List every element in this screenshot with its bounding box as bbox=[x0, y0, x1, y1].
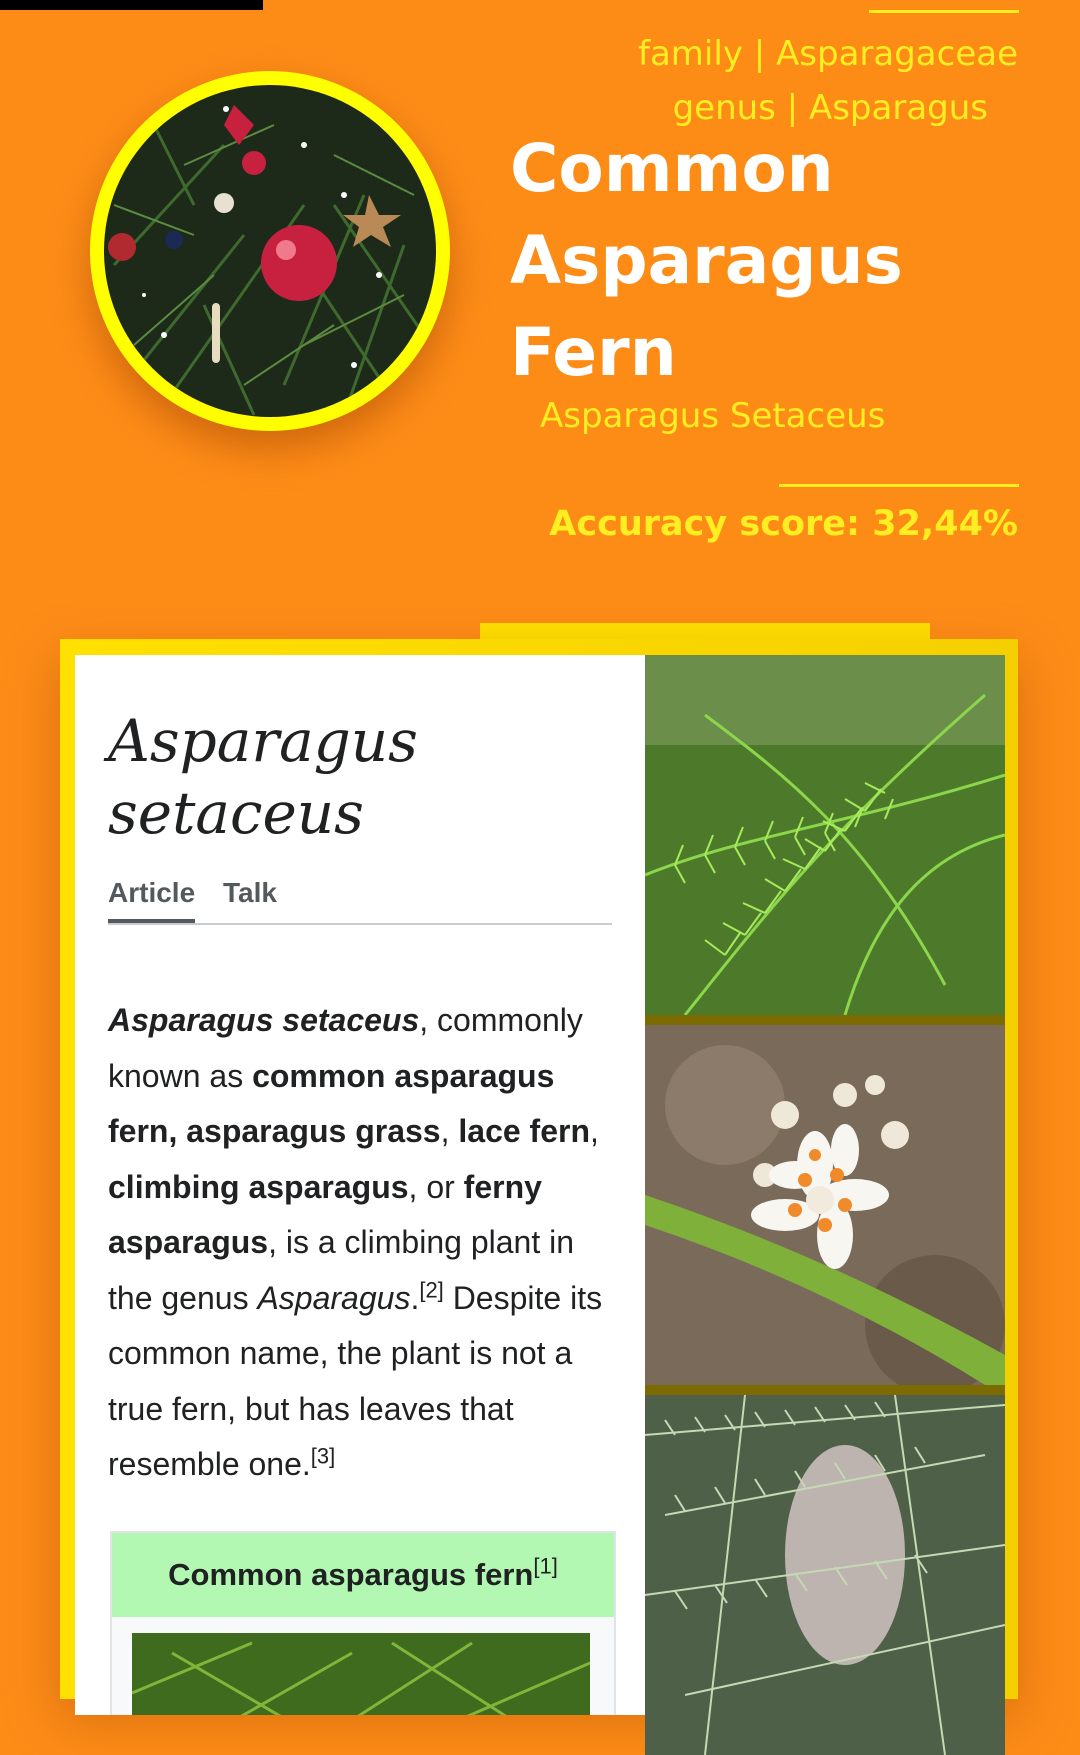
common-name-title: Common Asparagus Fern bbox=[510, 123, 950, 399]
asparagus-flower-photo[interactable] bbox=[645, 1025, 1005, 1385]
wiki-title-line: Asparagus bbox=[108, 707, 418, 775]
photo-separator bbox=[645, 1385, 1005, 1395]
reference-link[interactable]: [3] bbox=[311, 1443, 335, 1468]
accuracy-divider bbox=[779, 484, 1019, 487]
scientific-name: Asparagus Setaceus bbox=[540, 396, 886, 436]
common-name-line: Common bbox=[510, 130, 834, 207]
tab-talk[interactable]: Talk bbox=[223, 877, 277, 919]
genus-label: genus | Asparagus bbox=[672, 88, 988, 128]
wiki-title-line: setaceus bbox=[108, 779, 364, 847]
infobox-title: Common asparagus fern[1] bbox=[112, 1533, 614, 1617]
reference-link[interactable]: [1] bbox=[533, 1554, 557, 1579]
christmas-tree-photo bbox=[104, 85, 436, 417]
bold-term: Asparagus setaceus bbox=[108, 1002, 420, 1038]
genus-link[interactable]: Asparagus bbox=[257, 1280, 410, 1316]
infobox-image[interactable] bbox=[132, 1633, 590, 1715]
infobox-title-text: Common asparagus fern bbox=[168, 1557, 534, 1592]
wiki-panel[interactable]: Asparagus setaceus Article Talk Asparagu… bbox=[75, 655, 645, 1715]
fern-foliage-photo[interactable] bbox=[645, 655, 1005, 1015]
text-run: , bbox=[440, 1113, 459, 1149]
wiki-tabs: Article Talk bbox=[108, 877, 612, 925]
bold-term: lace fern bbox=[458, 1113, 590, 1149]
photo-separator bbox=[645, 1015, 1005, 1025]
fern-branches-photo[interactable] bbox=[645, 1395, 1005, 1755]
top-divider bbox=[869, 10, 1019, 13]
plant-avatar-ring bbox=[90, 71, 450, 431]
common-name-line: Fern bbox=[510, 314, 677, 391]
bold-term: climbing asparagus bbox=[108, 1168, 409, 1205]
wiki-intro-paragraph: Asparagus setaceus, commonly known as co… bbox=[108, 993, 613, 1493]
infobox: Common asparagus fern[1] bbox=[110, 1531, 616, 1715]
family-label: family | Asparagaceae bbox=[638, 34, 1018, 74]
text-run: , or bbox=[408, 1168, 464, 1205]
text-run: . bbox=[410, 1279, 420, 1316]
text-run: , bbox=[590, 1113, 599, 1149]
tab-article[interactable]: Article bbox=[108, 877, 196, 923]
common-name-line: Asparagus bbox=[510, 222, 903, 299]
photo-strip bbox=[645, 655, 1005, 1755]
result-card: Asparagus setaceus Article Talk Asparagu… bbox=[60, 639, 1018, 1755]
wiki-title: Asparagus setaceus bbox=[108, 705, 628, 849]
accuracy-score: Accuracy score: 32,44% bbox=[549, 504, 1018, 544]
top-black-bar bbox=[0, 0, 263, 10]
reference-link[interactable]: [2] bbox=[419, 1277, 443, 1302]
